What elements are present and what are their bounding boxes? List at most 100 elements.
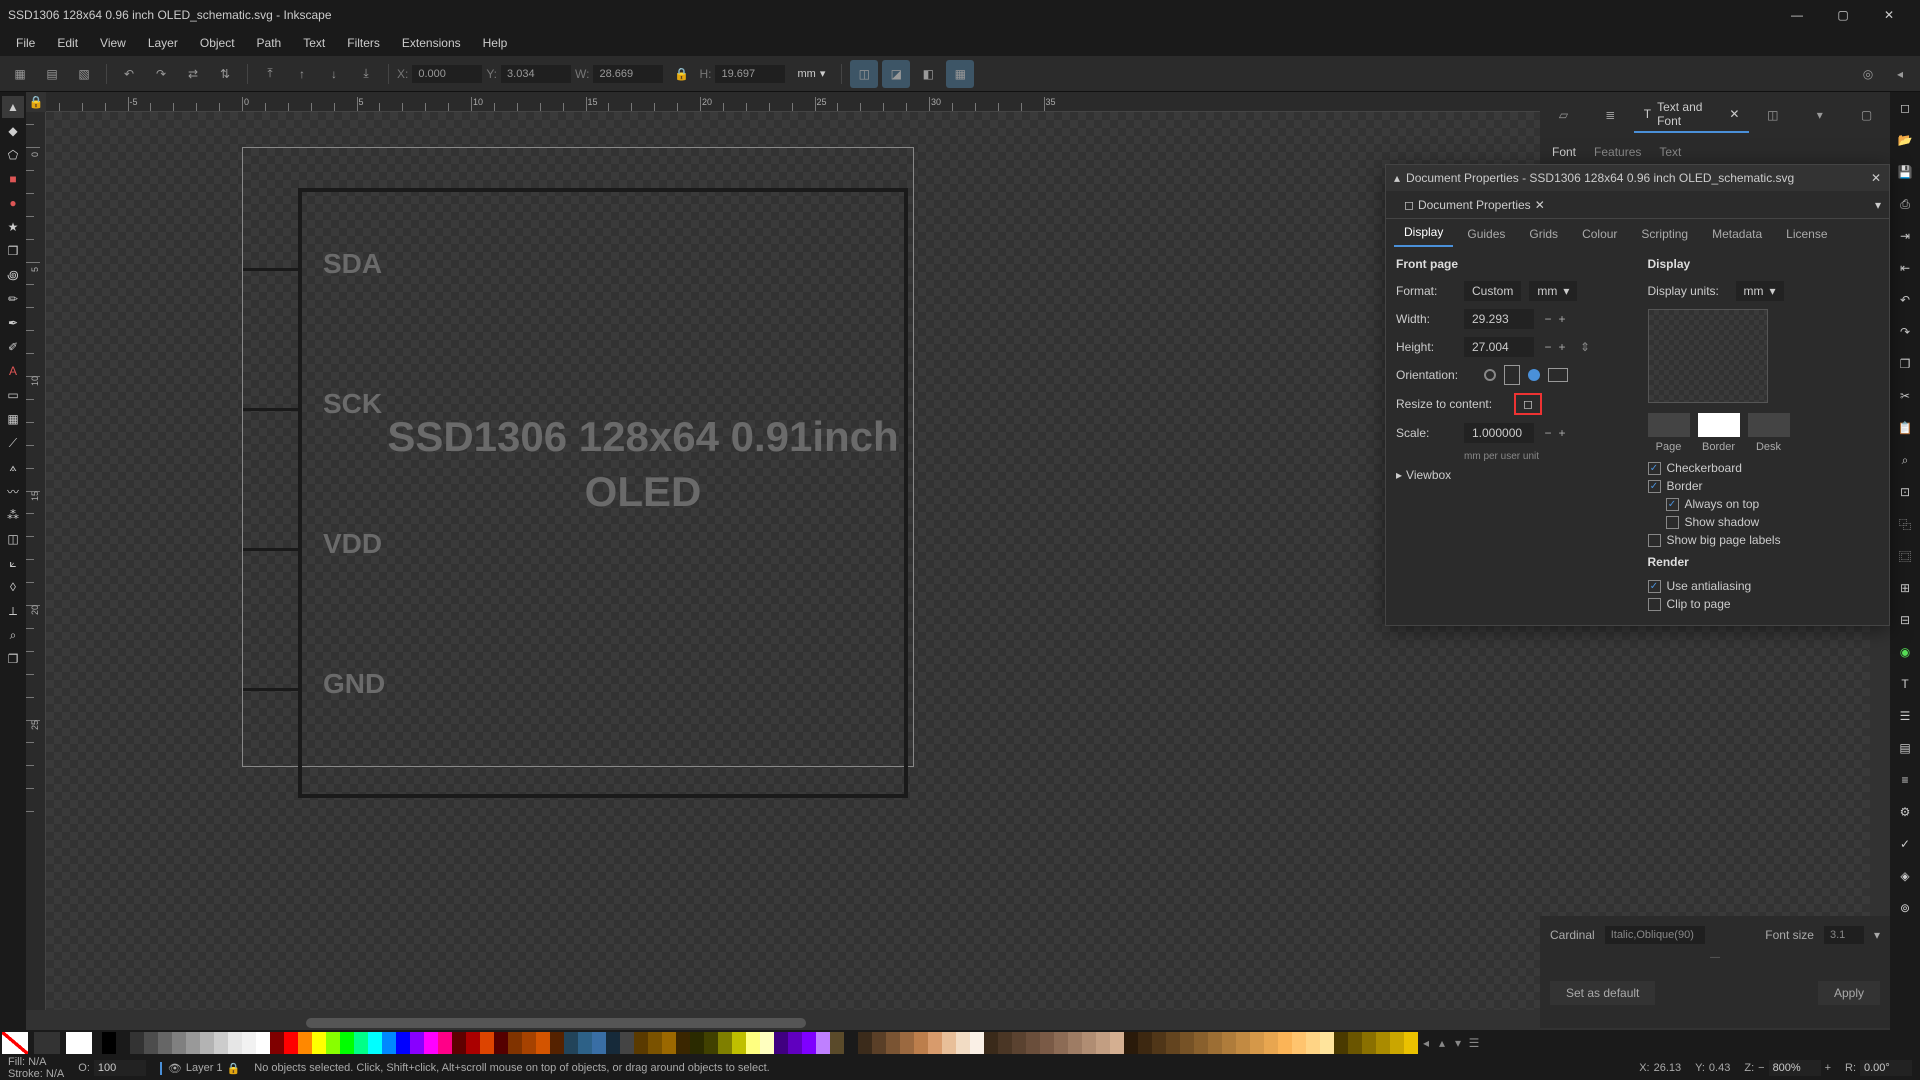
- palette-swatch[interactable]: [1040, 1032, 1054, 1054]
- pen-tool-icon[interactable]: ✒: [2, 312, 24, 334]
- orientation-portrait-radio[interactable]: [1484, 369, 1496, 381]
- palette-swatch[interactable]: [1054, 1032, 1068, 1054]
- link-wh-icon[interactable]: ⇕: [1580, 340, 1590, 354]
- doc-props-icon[interactable]: ◈: [1895, 866, 1915, 886]
- save-icon[interactable]: 💾: [1895, 162, 1915, 182]
- zoom-plus-icon[interactable]: +: [1825, 1062, 1831, 1074]
- snap-menu-icon[interactable]: ◂: [1886, 60, 1914, 88]
- doc-props-tab[interactable]: ◻ Document Properties ✕: [1394, 194, 1555, 216]
- palette-swatch[interactable]: [942, 1032, 956, 1054]
- text-icon[interactable]: T: [1895, 674, 1915, 694]
- zoom-tool-icon[interactable]: ⌕: [2, 624, 24, 646]
- cut-icon[interactable]: ✂: [1895, 386, 1915, 406]
- copy-icon[interactable]: ❐: [1895, 354, 1915, 374]
- new-doc-icon[interactable]: ◻: [1895, 98, 1915, 118]
- eraser-tool-icon[interactable]: ◫: [2, 528, 24, 550]
- print-icon[interactable]: ⎙: [1895, 194, 1915, 214]
- select-in-layers-icon[interactable]: ▤: [38, 60, 66, 88]
- palette-swatch[interactable]: [200, 1032, 214, 1054]
- export-icon[interactable]: ⇤: [1895, 258, 1915, 278]
- palette-swatch[interactable]: [662, 1032, 676, 1054]
- lower-icon[interactable]: ↓: [320, 60, 348, 88]
- palette-swatch[interactable]: [1208, 1032, 1222, 1054]
- flip-h-icon[interactable]: ⇄: [179, 60, 207, 88]
- palette-swatch[interactable]: [900, 1032, 914, 1054]
- select-all-icon[interactable]: ▦: [6, 60, 34, 88]
- selectors-icon[interactable]: ✓: [1895, 834, 1915, 854]
- palette-swatch[interactable]: [270, 1032, 284, 1054]
- height-input[interactable]: 27.004: [1464, 337, 1534, 357]
- font-style-input[interactable]: [1605, 926, 1705, 944]
- decr-icon[interactable]: −: [1542, 426, 1554, 440]
- palette-swatch[interactable]: [1124, 1032, 1138, 1054]
- menu-help[interactable]: Help: [473, 32, 518, 54]
- menu-text[interactable]: Text: [293, 32, 335, 54]
- transform-tab-icon[interactable]: ◫: [1749, 97, 1796, 133]
- palette-swatch[interactable]: [480, 1032, 494, 1054]
- paste-icon[interactable]: 📋: [1895, 418, 1915, 438]
- rotate-ccw-icon[interactable]: ↶: [115, 60, 143, 88]
- palette-swatch[interactable]: [1166, 1032, 1180, 1054]
- palette-swatch[interactable]: [466, 1032, 480, 1054]
- text-sub-tab-features[interactable]: Features: [1594, 145, 1641, 164]
- palette-swatch[interactable]: [984, 1032, 998, 1054]
- rotation-input[interactable]: [1860, 1060, 1912, 1076]
- menu-filters[interactable]: Filters: [337, 32, 390, 54]
- text-font-tab[interactable]: TText and Font✕: [1634, 97, 1750, 133]
- y-input[interactable]: [501, 65, 571, 83]
- palette-swatch[interactable]: [704, 1032, 718, 1054]
- palette-swatch[interactable]: [718, 1032, 732, 1054]
- palette-up-icon[interactable]: ▴: [1434, 1036, 1450, 1050]
- panel-menu-icon[interactable]: ▾: [1796, 97, 1843, 133]
- align-icon[interactable]: ≡: [1895, 770, 1915, 790]
- flip-v-icon[interactable]: ⇅: [211, 60, 239, 88]
- palette-swatch[interactable]: [1138, 1032, 1152, 1054]
- align-tab-icon[interactable]: ≣: [1587, 97, 1634, 133]
- spiral-tool-icon[interactable]: ꩜: [2, 264, 24, 286]
- palette-swatch[interactable]: [1292, 1032, 1306, 1054]
- menu-object[interactable]: Object: [190, 32, 245, 54]
- palette-swatch[interactable]: [802, 1032, 816, 1054]
- scale-stroke-icon[interactable]: ◫: [850, 60, 878, 88]
- palette-swatch[interactable]: [1306, 1032, 1320, 1054]
- rotate-cw-icon[interactable]: ↷: [147, 60, 175, 88]
- group-icon[interactable]: ⊞: [1895, 578, 1915, 598]
- opacity-input[interactable]: [94, 1060, 146, 1076]
- palette-swatch[interactable]: [102, 1032, 116, 1054]
- rect-tool-icon[interactable]: ■: [2, 168, 24, 190]
- zoom-page-icon[interactable]: ⊡: [1895, 482, 1915, 502]
- layers-icon[interactable]: ☰: [1895, 706, 1915, 726]
- apply-button[interactable]: Apply: [1818, 981, 1880, 1005]
- stroke-value[interactable]: N/A: [46, 1068, 64, 1080]
- palette-swatch[interactable]: [354, 1032, 368, 1054]
- palette-swatch[interactable]: [1334, 1032, 1348, 1054]
- snap-toggle-icon[interactable]: ◎: [1854, 60, 1882, 88]
- palette-prev-icon[interactable]: ◂: [1418, 1036, 1434, 1050]
- set-default-button[interactable]: Set as default: [1550, 981, 1655, 1005]
- clip-checkbox[interactable]: [1648, 598, 1661, 611]
- duplicate-icon[interactable]: ⿻: [1895, 514, 1915, 534]
- format-select[interactable]: Custom: [1464, 281, 1521, 301]
- palette-swatch[interactable]: [690, 1032, 704, 1054]
- no-paint-swatch[interactable]: [2, 1032, 28, 1054]
- palette-swatch[interactable]: [550, 1032, 564, 1054]
- palette-swatch[interactable]: [396, 1032, 410, 1054]
- palette-swatch[interactable]: [312, 1032, 326, 1054]
- zoom-fit-icon[interactable]: ⌕: [1895, 450, 1915, 470]
- viewbox-expander[interactable]: ▸Viewbox: [1396, 468, 1628, 482]
- palette-swatch[interactable]: [1026, 1032, 1040, 1054]
- palette-swatch[interactable]: [214, 1032, 228, 1054]
- palette-swatch[interactable]: [760, 1032, 774, 1054]
- fill-stroke-icon[interactable]: ◉: [1895, 642, 1915, 662]
- prop-tab-scripting[interactable]: Scripting: [1631, 221, 1698, 247]
- palette-swatch[interactable]: [914, 1032, 928, 1054]
- palette-swatch[interactable]: [382, 1032, 396, 1054]
- palette-swatch[interactable]: [1348, 1032, 1362, 1054]
- palette-swatch[interactable]: [956, 1032, 970, 1054]
- desk-color-swatch[interactable]: [1748, 413, 1790, 437]
- palette-swatch[interactable]: [998, 1032, 1012, 1054]
- palette-swatch[interactable]: [298, 1032, 312, 1054]
- prop-tab-metadata[interactable]: Metadata: [1702, 221, 1772, 247]
- prop-tab-grids[interactable]: Grids: [1519, 221, 1568, 247]
- layer-name[interactable]: Layer 1: [186, 1062, 223, 1074]
